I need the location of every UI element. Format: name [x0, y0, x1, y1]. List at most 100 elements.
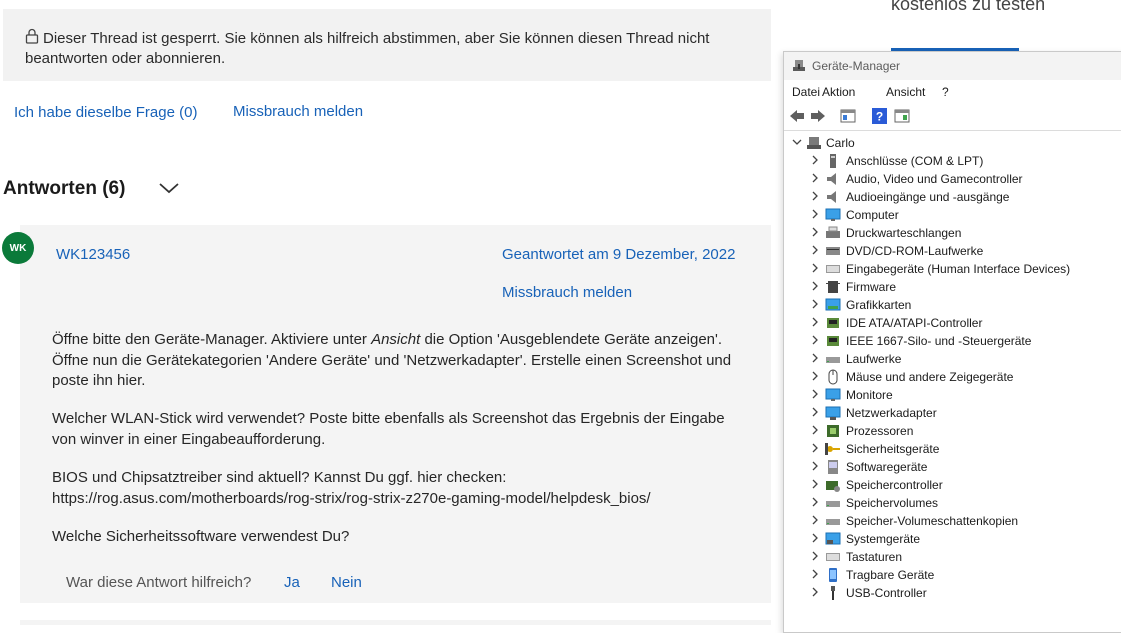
chevron-right-icon[interactable] — [810, 263, 820, 273]
mouse-icon — [828, 369, 838, 385]
chevron-right-icon[interactable] — [810, 515, 820, 525]
chevron-right-icon[interactable] — [810, 551, 820, 561]
tree-item[interactable]: Systemgeräte — [784, 530, 1121, 548]
tree-item[interactable]: Anschlüsse (COM & LPT) — [784, 152, 1121, 170]
chevron-right-icon[interactable] — [810, 245, 820, 255]
chevron-right-icon[interactable] — [810, 317, 820, 327]
answer-paragraph-1-start: Öffne bitte den Geräte-Manager. Aktivier… — [52, 331, 372, 348]
network-icon — [825, 406, 841, 420]
chevron-right-icon[interactable] — [810, 173, 820, 183]
report-abuse-link[interactable]: Missbrauch melden — [233, 103, 363, 120]
forward-arrow-icon[interactable] — [810, 109, 826, 123]
locked-notice-text: Dieser Thread ist gesperrt. Sie können a… — [25, 30, 710, 67]
menu-datei[interactable]: Datei — [792, 85, 820, 99]
tree-item-label: Laufwerke — [846, 352, 902, 366]
chevron-right-icon[interactable] — [810, 299, 820, 309]
answer-date[interactable]: Geantwortet am 9 Dezember, 2022 — [502, 246, 735, 263]
tree-item[interactable]: Grafikkarten — [784, 296, 1121, 314]
chevron-right-icon[interactable] — [810, 227, 820, 237]
chevron-right-icon[interactable] — [810, 209, 820, 219]
chevron-right-icon[interactable] — [810, 155, 820, 165]
chevron-right-icon[interactable] — [810, 443, 820, 453]
keyboard-icon — [826, 553, 840, 561]
speaker-icon — [827, 191, 836, 203]
back-arrow-icon[interactable] — [789, 109, 805, 123]
tree-item[interactable]: Computer — [784, 206, 1121, 224]
tree-item[interactable]: Firmware — [784, 278, 1121, 296]
chevron-right-icon[interactable] — [810, 191, 820, 201]
display-adapter-icon — [825, 298, 841, 311]
tree-item[interactable]: Audio, Video und Gamecontroller — [784, 170, 1121, 188]
tree-item[interactable]: Speicher-Volumeschattenkopien — [784, 512, 1121, 530]
chevron-right-icon[interactable] — [810, 569, 820, 579]
tree-item[interactable]: Sicherheitsgeräte — [784, 440, 1121, 458]
tree-item-label: Systemgeräte — [846, 532, 921, 546]
tree-item[interactable]: Druckwarteschlangen — [784, 224, 1121, 242]
answer-paragraph-1-italic: Ansicht — [371, 331, 421, 348]
chevron-right-icon[interactable] — [810, 353, 820, 363]
chevron-right-icon[interactable] — [810, 461, 820, 471]
tree-item[interactable]: Prozessoren — [784, 422, 1121, 440]
menu-bar: Datei Aktion Ansicht ? — [784, 82, 1121, 102]
answer-paragraph-4: Welche Sicherheitssoftware verwendest Du… — [52, 528, 350, 545]
tree-item[interactable]: Monitore — [784, 386, 1121, 404]
chevron-right-icon[interactable] — [810, 425, 820, 435]
forum-thread: Dieser Thread ist gesperrt. Sie können a… — [0, 0, 771, 625]
same-question-link[interactable]: Ich habe dieselbe Frage (0) — [14, 104, 197, 121]
avatar[interactable]: WK — [2, 232, 34, 264]
window-titlebar[interactable]: Geräte-Manager — [784, 52, 1121, 80]
tree-item[interactable]: IEEE 1667-Silo- und -Steuergeräte — [784, 332, 1121, 350]
scan-hardware-icon[interactable] — [894, 109, 910, 123]
tree-item[interactable]: Tastaturen — [784, 548, 1121, 566]
chevron-right-icon[interactable] — [810, 335, 820, 345]
helpful-no-button[interactable]: Nein — [331, 574, 362, 591]
tree-item[interactable]: IDE ATA/ATAPI-Controller — [784, 314, 1121, 332]
tree-item[interactable]: USB-Controller — [784, 584, 1121, 602]
locked-notice: Dieser Thread ist gesperrt. Sie können a… — [3, 9, 771, 81]
device-manager-icon — [793, 60, 805, 71]
svg-text:?: ? — [876, 110, 883, 124]
drive-icon — [826, 501, 840, 507]
tree-item-label: IEEE 1667-Silo- und -Steuergeräte — [846, 334, 1032, 348]
tree-item[interactable]: Tragbare Geräte — [784, 566, 1121, 584]
chevron-down-icon[interactable] — [792, 137, 802, 147]
promo-text: kostenlos zu testen — [891, 0, 1046, 14]
tree-item-label: Mäuse und andere Zeigegeräte — [846, 370, 1014, 384]
tree-item[interactable]: Mäuse und andere Zeigegeräte — [784, 368, 1121, 386]
tree-root[interactable]: Carlo — [784, 134, 1121, 152]
tree-item[interactable]: Softwaregeräte — [784, 458, 1121, 476]
chevron-right-icon[interactable] — [810, 371, 820, 381]
tree-item-label: Computer — [846, 208, 899, 222]
tree-item[interactable]: Netzwerkadapter — [784, 404, 1121, 422]
chevron-down-icon[interactable] — [158, 181, 180, 195]
properties-icon[interactable] — [840, 109, 856, 123]
tree-item[interactable]: Speichercontroller — [784, 476, 1121, 494]
software-device-icon — [828, 460, 838, 474]
key-icon — [825, 443, 840, 455]
menu-aktion[interactable]: Aktion — [822, 85, 855, 99]
answer-paragraph-3: BIOS und Chipsatztreiber sind aktuell? K… — [52, 469, 651, 507]
help-icon[interactable]: ? — [872, 108, 887, 124]
author-link[interactable]: WK123456 — [56, 246, 130, 263]
chevron-right-icon[interactable] — [810, 281, 820, 291]
tree-item[interactable]: Speichervolumes — [784, 494, 1121, 512]
chevron-right-icon[interactable] — [810, 389, 820, 399]
chevron-right-icon[interactable] — [810, 407, 820, 417]
tree-item[interactable]: Eingabegeräte (Human Interface Devices) — [784, 260, 1121, 278]
tree-item-label: Speichervolumes — [846, 496, 939, 510]
helpful-yes-button[interactable]: Ja — [284, 574, 300, 591]
menu-help[interactable]: ? — [942, 85, 949, 99]
tree-item-label: Audioeingänge und -ausgänge — [846, 190, 1010, 204]
menu-ansicht[interactable]: Ansicht — [886, 85, 925, 99]
chevron-right-icon[interactable] — [810, 533, 820, 543]
tree-item[interactable]: Laufwerke — [784, 350, 1121, 368]
chevron-right-icon[interactable] — [810, 587, 820, 597]
chevron-right-icon[interactable] — [810, 479, 820, 489]
tree-item[interactable]: Audioeingänge und -ausgänge — [784, 188, 1121, 206]
drive-icon — [826, 357, 840, 363]
chevron-right-icon[interactable] — [810, 497, 820, 507]
tree-item-label: Grafikkarten — [846, 298, 912, 312]
report-answer-link[interactable]: Missbrauch melden — [502, 284, 632, 301]
tree-item[interactable]: DVD/CD-ROM-Laufwerke — [784, 242, 1121, 260]
tree-item-label: IDE ATA/ATAPI-Controller — [846, 316, 983, 330]
